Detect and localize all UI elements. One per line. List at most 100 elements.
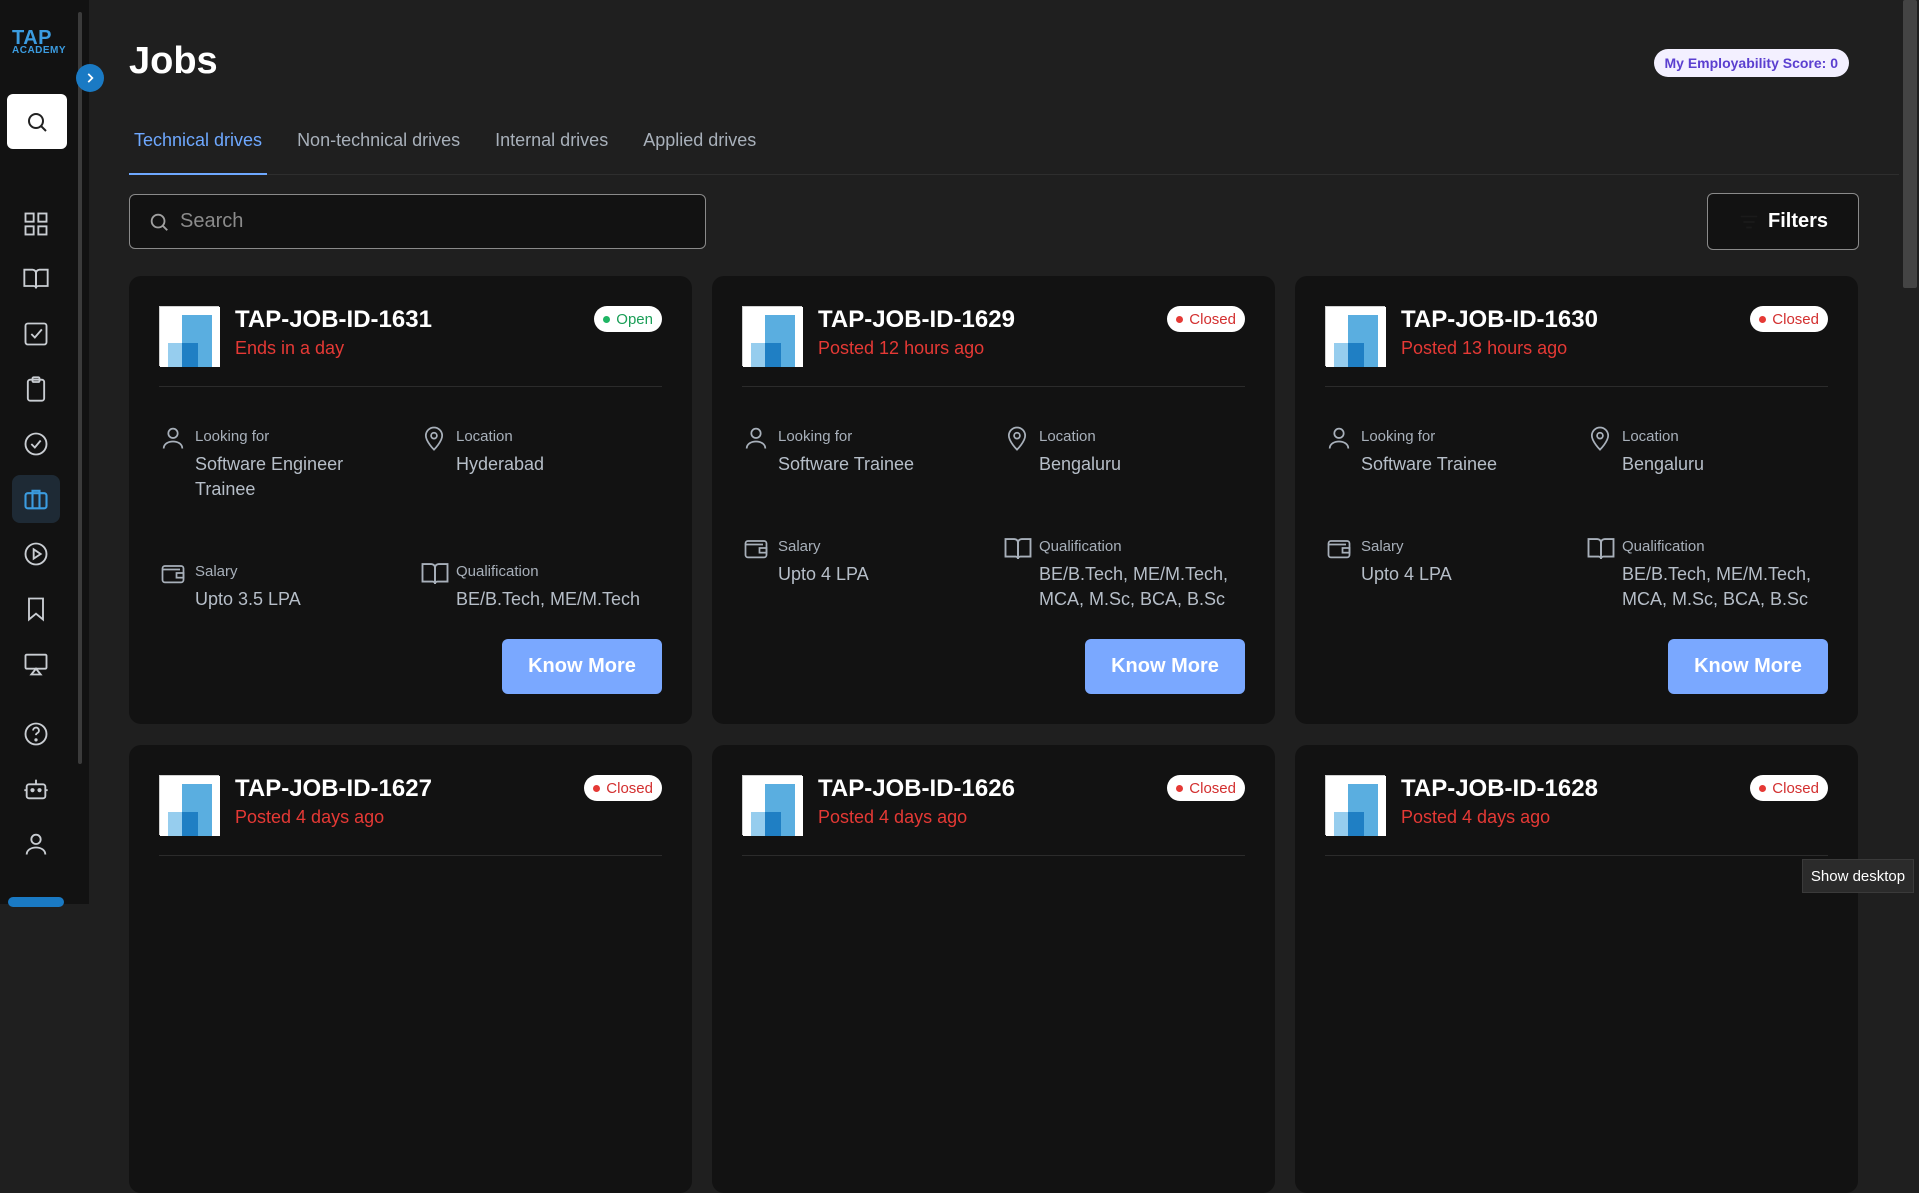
job-posted-time: Posted 13 hours ago [1401,338,1568,358]
tap-academy-logo[interactable]: TAP ACADEMY [12,28,76,56]
nav-videos[interactable] [12,530,60,578]
status-badge: Closed [1167,306,1245,332]
clipboard-icon [26,376,46,402]
sidebar-expand-button[interactable] [76,64,104,92]
field-value: Software Trainee [778,454,915,474]
status-badge: Open [594,306,662,332]
status-label: Closed [1772,779,1819,797]
page-scrollbar[interactable] [1899,0,1919,904]
play-icon [24,542,48,566]
nav-assignments[interactable] [12,365,60,413]
page-title: Jobs [129,40,218,82]
checklist-icon [24,322,48,346]
nav-courses[interactable] [12,255,60,303]
nav-assessments[interactable] [12,420,60,468]
book-icon [23,268,49,289]
job-posted-time: Ends in a day [235,338,345,358]
card-divider [159,855,662,856]
qualification-field: Qualification BE/B.Tech, ME/M.Tech [420,559,670,612]
location-field: Location Hyderabad [420,424,660,477]
logo-subtext: ACADEMY [12,45,67,56]
location-pin-icon [420,424,450,454]
cast-icon [24,653,48,676]
field-value: Software Trainee [1361,454,1498,474]
sidebar-scrollbar[interactable] [78,12,82,764]
job-card: TAP-JOB-ID-1626 Posted 4 days ago Closed [712,745,1275,1193]
search-input[interactable] [180,210,680,233]
search-box [129,194,706,249]
company-logo [159,775,220,836]
salary-field: Salary Upto 4 LPA [1325,534,1565,587]
field-label: Qualification [1622,538,1705,555]
know-more-button[interactable]: Know More [502,639,662,694]
nav-profile[interactable] [12,820,60,868]
check-circle-icon [24,432,48,456]
nav-jobs[interactable] [12,475,60,523]
user-icon [1325,424,1355,454]
location-field: Location Bengaluru [1003,424,1243,477]
field-value: Bengaluru [1039,454,1122,474]
field-label: Looking for [1361,428,1436,445]
field-value: Upto 4 LPA [1361,564,1452,584]
location-pin-icon [1586,424,1616,454]
status-dot [1176,315,1184,323]
field-label: Salary [778,538,821,555]
salary-field: Salary Upto 3.5 LPA [159,559,399,612]
job-posted-time: Posted 4 days ago [1401,807,1551,827]
sidebar-toggle[interactable] [8,897,64,907]
filters-label: Filters [1767,210,1829,232]
field-label: Salary [1361,538,1404,555]
qualification-field: Qualification BE/B.Tech, ME/M.Tech, MCA, … [1003,534,1253,612]
filters-button[interactable]: Filters [1707,193,1859,250]
job-id: TAP-JOB-ID-1629 [818,306,1015,333]
user-icon [25,833,47,855]
job-card: TAP-JOB-ID-1627 Posted 4 days ago Closed [129,745,692,1193]
status-badge: Closed [1750,775,1828,801]
job-id: TAP-JOB-ID-1626 [818,775,1015,802]
nav-live[interactable] [12,640,60,688]
nav-chatbot[interactable] [12,765,60,813]
status-dot [1759,784,1767,792]
know-more-button[interactable]: Know More [1668,639,1828,694]
tab-applied-drives[interactable]: Applied drives [638,120,761,175]
job-id: TAP-JOB-ID-1627 [235,775,432,802]
chevron-right-icon [87,73,94,83]
field-value: Hyderabad [456,454,545,474]
field-value: Bengaluru [1622,454,1705,474]
tab-non-technical-drives[interactable]: Non-technical drives [292,120,465,175]
field-label: Qualification [1039,538,1122,555]
field-label: Qualification [456,563,539,580]
search-icon [150,213,168,231]
nav-tasks[interactable] [12,310,60,358]
nav-dashboard[interactable] [12,200,60,248]
tab-technical-drives[interactable]: Technical drives [129,120,268,175]
nav-help[interactable] [12,710,60,758]
status-dot [1176,784,1184,792]
field-value: Upto 4 LPA [778,564,869,584]
card-divider [742,386,1245,387]
company-logo [1325,306,1386,367]
wallet-icon [1325,534,1355,564]
field-label: Location [456,428,513,445]
job-card: TAP-JOB-ID-1629 Posted 12 hours ago Closed… [712,276,1275,724]
field-value: BE/B.Tech, ME/M.Tech, MCA, M.Sc, BCA, B.… [1039,564,1229,609]
field-label: Looking for [778,428,853,445]
nav-bookmarks[interactable] [12,585,60,633]
job-id: TAP-JOB-ID-1631 [235,306,432,333]
employability-score-badge[interactable]: My Employability Score: 0 [1653,49,1849,77]
sidebar-search-button[interactable] [7,94,67,149]
show-desktop-tooltip: Show desktop [1802,859,1914,893]
status-badge: Closed [1167,775,1245,801]
field-value: Upto 3.5 LPA [195,589,301,609]
status-label: Closed [1189,310,1236,328]
scrollbar-thumb[interactable] [1903,0,1917,288]
field-value: BE/B.Tech, ME/M.Tech [456,589,641,609]
book-icon [420,559,450,589]
tab-internal-drives[interactable]: Internal drives [490,120,613,175]
card-divider [159,386,662,387]
status-dot [603,315,611,323]
job-posted-time: Posted 4 days ago [818,807,968,827]
company-logo [159,306,220,367]
know-more-button[interactable]: Know More [1085,639,1245,694]
sidebar: TAP ACADEMY [0,0,89,907]
